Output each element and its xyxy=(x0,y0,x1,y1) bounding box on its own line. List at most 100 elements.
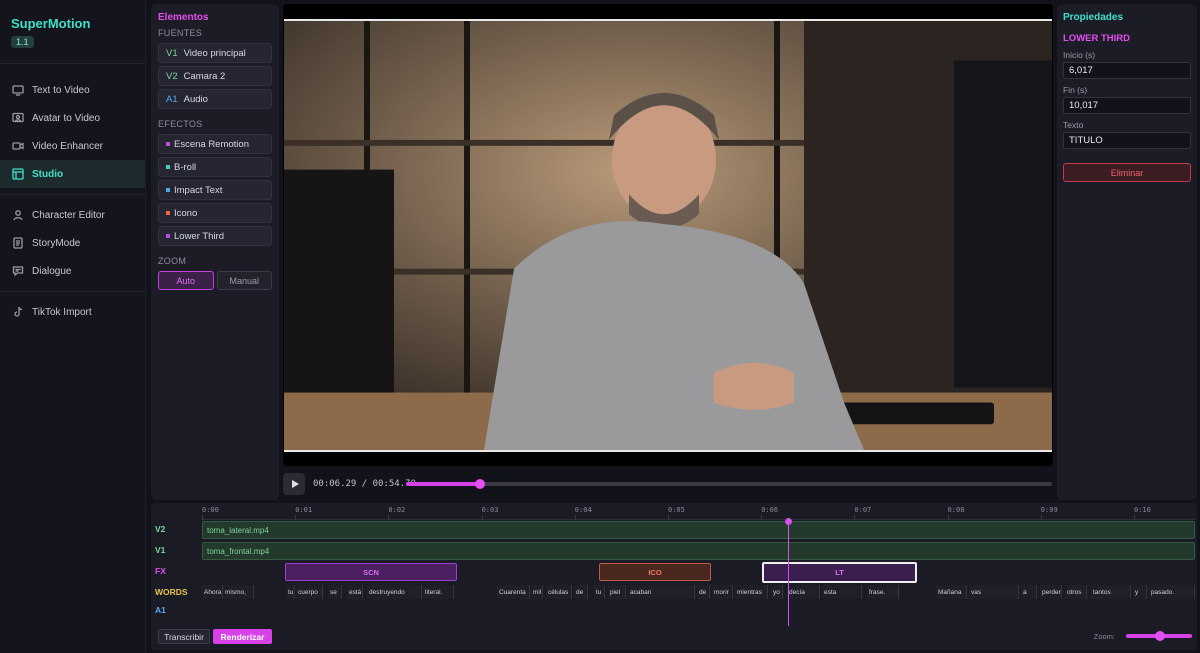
word-chip[interactable]: literal. xyxy=(423,585,454,599)
layout-icon xyxy=(12,168,24,180)
source-label: Audio xyxy=(183,93,208,105)
word-chip[interactable]: Mañana xyxy=(936,585,967,599)
time-ruler[interactable]: 0:00 0:01 0:02 0:03 0:04 0:05 0:06 0:07 0:08 0:09… xyxy=(202,506,1195,520)
word-chip[interactable]: pasado. xyxy=(1149,585,1195,599)
sidebar-item-label: StoryMode xyxy=(32,237,81,249)
word-chip[interactable]: tantos xyxy=(1091,585,1131,599)
word-chip[interactable]: mientras xyxy=(735,585,768,599)
sidebar-item-text-to-video[interactable]: Text to Video xyxy=(0,76,145,104)
playhead[interactable] xyxy=(788,519,789,626)
current-time: 00:06.29 xyxy=(313,479,357,489)
sidebar-item-dialogue[interactable]: Dialogue xyxy=(0,257,145,285)
track-label-v1: V1 xyxy=(155,545,166,555)
word-chip[interactable]: se xyxy=(328,585,342,599)
sidebar-item-label: Avatar to Video xyxy=(32,112,101,124)
word-chip[interactable]: morir xyxy=(712,585,733,599)
user-screen-icon xyxy=(12,112,24,123)
track-label-a1: A1 xyxy=(155,605,166,615)
timeline-zoom-knob[interactable] xyxy=(1155,631,1165,641)
word-chip[interactable]: acaban xyxy=(628,585,695,599)
word-chip[interactable]: de xyxy=(697,585,710,599)
fx-clip-lt[interactable]: LT xyxy=(762,562,917,583)
ruler-tick: 0:01 xyxy=(295,506,313,520)
color-swatch xyxy=(166,165,170,169)
video-preview[interactable] xyxy=(283,4,1053,466)
word-chip[interactable]: células xyxy=(546,585,572,599)
word-chip[interactable]: frase. xyxy=(867,585,899,599)
properties-panel: Propiedades LOWER THIRD Inicio (s) 6,017… xyxy=(1057,4,1197,500)
word-chip[interactable]: tu xyxy=(594,585,605,599)
color-swatch xyxy=(166,188,170,192)
word-chip[interactable]: piel xyxy=(608,585,626,599)
word-chip[interactable]: Ahora xyxy=(202,585,223,599)
word-chip[interactable]: y xyxy=(1133,585,1147,599)
play-button[interactable] xyxy=(283,473,305,495)
end-field[interactable]: 10,017 xyxy=(1063,97,1191,114)
effects-label: EFECTOS xyxy=(158,119,203,129)
word-chip[interactable]: perder xyxy=(1040,585,1062,599)
monitor-icon xyxy=(12,85,24,96)
effect-item-escena-remotion[interactable]: Escena Remotion xyxy=(158,134,272,154)
delete-button[interactable]: Eliminar xyxy=(1063,163,1191,182)
source-item-audio[interactable]: A1 Audio xyxy=(158,89,272,109)
zoom-auto-button[interactable]: Auto xyxy=(158,271,214,290)
start-field[interactable]: 6,017 xyxy=(1063,62,1191,79)
sidebar-item-avatar-to-video[interactable]: Avatar to Video xyxy=(0,104,145,132)
word-chip[interactable]: de xyxy=(574,585,588,599)
selected-element-name: LOWER THIRD xyxy=(1063,33,1131,44)
tiktok-icon xyxy=(14,306,23,317)
zoom-toggle: Auto Manual xyxy=(158,271,272,290)
word-chip[interactable]: mil xyxy=(531,585,543,599)
word-chip[interactable]: decía xyxy=(787,585,820,599)
transcribe-button[interactable]: Transcribir xyxy=(158,629,210,644)
word-chip[interactable]: a xyxy=(1021,585,1037,599)
effect-label: Impact Text xyxy=(174,184,223,196)
word-chip[interactable]: tu xyxy=(286,585,295,599)
progress-knob[interactable] xyxy=(475,479,486,489)
sidebar-item-storymode[interactable]: StoryMode xyxy=(0,229,145,257)
word-chip[interactable]: mismo, xyxy=(223,585,254,599)
effect-item-b-roll[interactable]: B-roll xyxy=(158,157,272,177)
render-button[interactable]: Renderizar xyxy=(213,629,272,644)
word-chip[interactable]: otros xyxy=(1065,585,1087,599)
sidebar-item-label: Studio xyxy=(32,168,64,180)
timeline-zoom-label: Zoom: xyxy=(1093,632,1115,641)
timecode: 00:06.29 / 00:54.70 xyxy=(313,479,416,489)
word-chip[interactable]: cuerpo xyxy=(296,585,323,599)
player-controls: 00:06.29 / 00:54.70 xyxy=(283,470,1053,498)
clip-v1[interactable]: toma_frontal.mp4 xyxy=(202,542,1195,560)
sidebar-item-tiktok-import[interactable]: TikTok Import xyxy=(0,298,145,326)
word-chip[interactable]: yo xyxy=(771,585,783,599)
panel-title: Elementos xyxy=(158,12,209,23)
sidebar-item-character-editor[interactable]: Character Editor xyxy=(0,201,145,229)
start-label: Inicio (s) xyxy=(1063,50,1096,60)
zoom-manual-button[interactable]: Manual xyxy=(216,271,272,290)
fx-clip-ico[interactable]: ICO xyxy=(599,563,711,581)
effect-item-impact-text[interactable]: Impact Text xyxy=(158,180,272,200)
text-field[interactable]: TITULO xyxy=(1063,132,1191,149)
effect-label: Lower Third xyxy=(174,230,224,242)
effect-item-icono[interactable]: Icono xyxy=(158,203,272,223)
progress-bar[interactable] xyxy=(406,479,1052,489)
elements-panel: Elementos FUENTES V1 Video principal V2 … xyxy=(151,4,279,500)
source-item-video-principal[interactable]: V1 Video principal xyxy=(158,43,272,63)
effect-item-lower-third[interactable]: Lower Third xyxy=(158,226,272,246)
word-chip[interactable]: está xyxy=(347,585,363,599)
sidebar-item-studio[interactable]: Studio xyxy=(0,160,145,188)
source-item-camara-2[interactable]: V2 Camara 2 xyxy=(158,66,272,86)
effect-label: Icono xyxy=(174,207,198,219)
word-chip[interactable]: esta xyxy=(822,585,862,599)
word-chip[interactable]: vas xyxy=(969,585,1019,599)
sidebar-item-video-enhancer[interactable]: Video Enhancer xyxy=(0,132,145,160)
track-label-fx: FX xyxy=(155,566,166,576)
word-chip[interactable]: destruyendo xyxy=(367,585,422,599)
source-tag: V1 xyxy=(166,47,178,59)
playhead-handle[interactable] xyxy=(785,518,792,525)
clip-v2[interactable]: toma_lateral.mp4 xyxy=(202,521,1195,539)
word-chip[interactable]: Cuarenta xyxy=(497,585,530,599)
fx-clip-scn[interactable]: SCN xyxy=(285,563,457,581)
panel-title: Propiedades xyxy=(1063,12,1124,23)
timeline: 0:00 0:01 0:02 0:03 0:04 0:05 0:06 0:07 0:08 0:09… xyxy=(151,503,1197,650)
sidebar-item-label: Video Enhancer xyxy=(32,140,103,152)
color-swatch xyxy=(166,142,170,146)
